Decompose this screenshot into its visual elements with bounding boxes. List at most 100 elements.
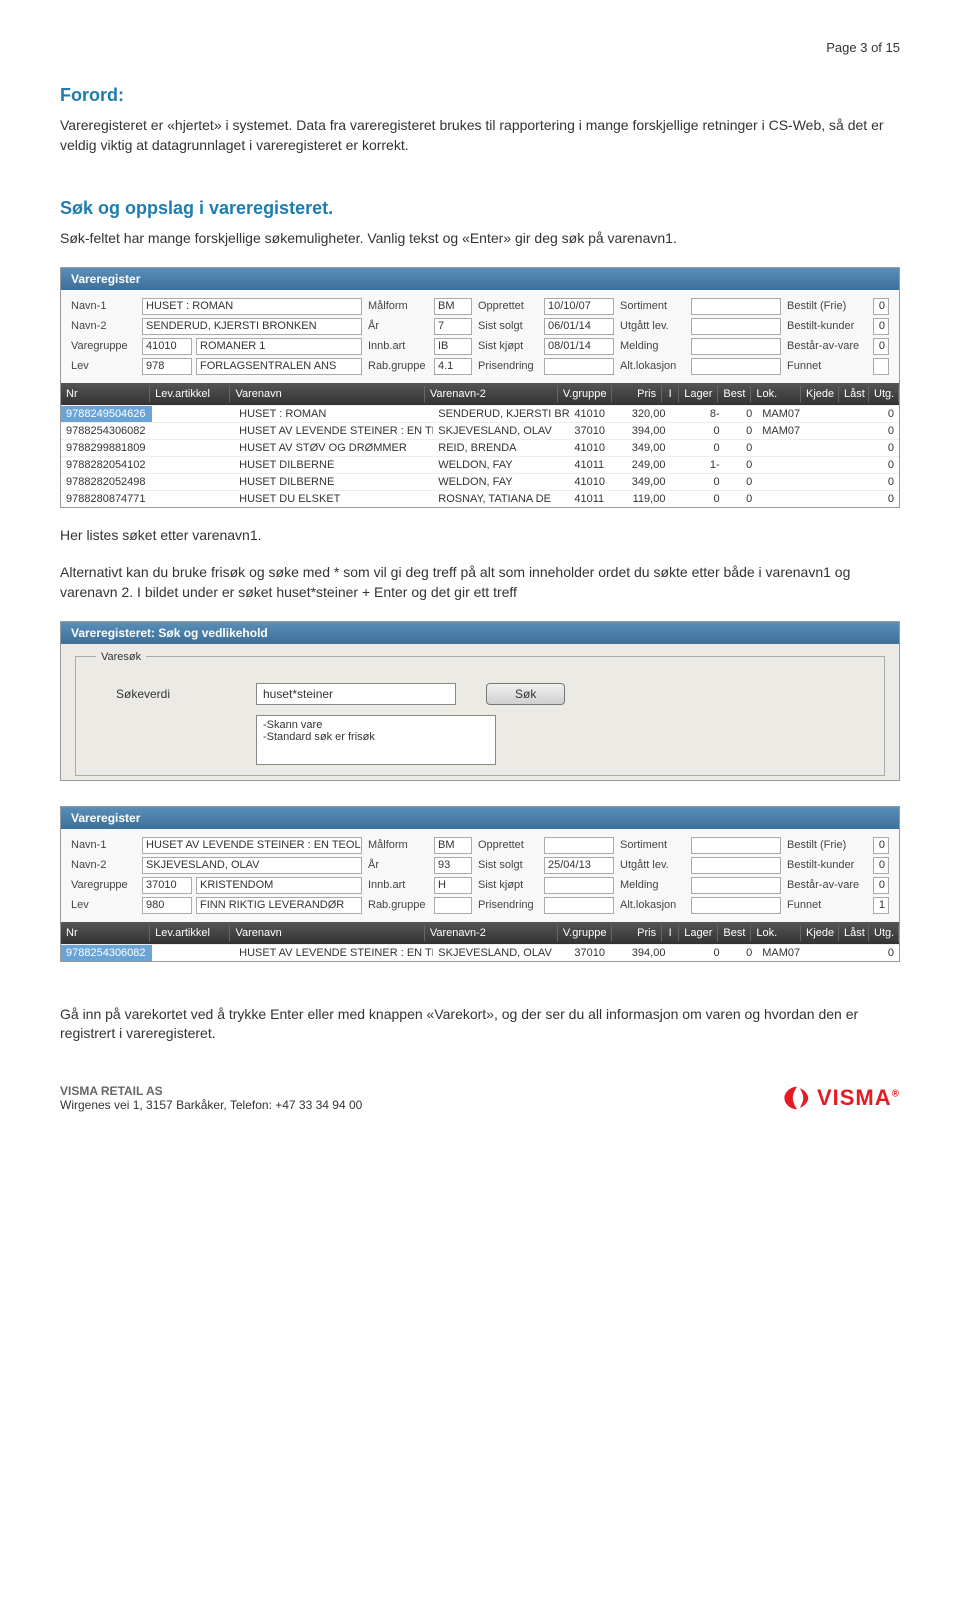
- table-row[interactable]: 9788282054102HUSET DILBERNEWELDON, FAY41…: [61, 456, 899, 473]
- column-header[interactable]: Pris: [612, 925, 662, 941]
- form-field[interactable]: BM: [434, 837, 472, 854]
- column-header[interactable]: Lev.artikkel: [150, 925, 230, 941]
- form-field[interactable]: BM: [434, 298, 472, 315]
- form-field[interactable]: [691, 877, 781, 894]
- form-label: Opprettet: [478, 839, 538, 851]
- form-field[interactable]: 41010: [142, 338, 192, 355]
- column-header[interactable]: V.gruppe: [558, 925, 613, 941]
- form-field[interactable]: SENDERUD, KJERSTI BRONKEN: [142, 318, 362, 335]
- column-header[interactable]: Varenavn-2: [425, 925, 558, 941]
- table-cell: 9788254306082: [61, 945, 152, 961]
- form-field[interactable]: [544, 897, 614, 914]
- form-field[interactable]: 10/10/07: [544, 298, 614, 315]
- form-field[interactable]: 37010: [142, 877, 192, 894]
- form-field[interactable]: [544, 358, 614, 375]
- table-row[interactable]: 9788282052498HUSET DILBERNEWELDON, FAY41…: [61, 473, 899, 490]
- form-field[interactable]: 978: [142, 358, 192, 375]
- form-field[interactable]: HUSET : ROMAN: [142, 298, 362, 315]
- form-field[interactable]: 1: [873, 897, 889, 914]
- form-label: Sortiment: [620, 839, 685, 851]
- form-label: Lev: [71, 899, 136, 911]
- form-field[interactable]: 4.1: [434, 358, 472, 375]
- table-row[interactable]: 9788249504626HUSET : ROMANSENDERUD, KJER…: [61, 405, 899, 422]
- column-header[interactable]: Best: [718, 925, 751, 941]
- form-field[interactable]: FORLAGSENTRALEN ANS: [196, 358, 362, 375]
- form-field[interactable]: 06/01/14: [544, 318, 614, 335]
- form-field[interactable]: HUSET AV LEVENDE STEINER : EN TEOLOGI FO: [142, 837, 362, 854]
- fieldset-legend: Varesøk: [96, 651, 146, 663]
- column-header[interactable]: Lev.artikkel: [150, 386, 230, 402]
- form-field[interactable]: [873, 358, 889, 375]
- column-header[interactable]: I: [662, 925, 679, 941]
- form-field[interactable]: [691, 338, 781, 355]
- table-row[interactable]: 9788254306082HUSET AV LEVENDE STEINER : …: [61, 422, 899, 439]
- screenshot-vareregister-1: Vareregister Navn-1HUSET : ROMANMålformB…: [60, 267, 900, 508]
- form-field[interactable]: [691, 298, 781, 315]
- search-input[interactable]: huset*steiner: [256, 683, 456, 705]
- column-header[interactable]: I: [662, 386, 679, 402]
- table-row[interactable]: 9788299881809HUSET AV STØV OG DRØMMERREI…: [61, 439, 899, 456]
- form-field[interactable]: IB: [434, 338, 472, 355]
- column-header[interactable]: Varenavn-2: [425, 386, 558, 402]
- form-field[interactable]: 0: [873, 877, 889, 894]
- column-header[interactable]: Lager: [679, 925, 718, 941]
- table-row[interactable]: 9788254306082HUSET AV LEVENDE STEINER : …: [61, 944, 899, 961]
- table-cell: HUSET DILBERNE: [234, 474, 433, 490]
- form-field[interactable]: 0: [873, 837, 889, 854]
- column-header[interactable]: Nr: [61, 386, 150, 402]
- column-header[interactable]: Utg.: [869, 925, 899, 941]
- column-header[interactable]: Lok.: [751, 386, 801, 402]
- form-field[interactable]: 08/01/14: [544, 338, 614, 355]
- table-cell: [757, 474, 808, 490]
- search-button[interactable]: Søk: [486, 683, 565, 705]
- form-field[interactable]: 25/04/13: [544, 857, 614, 874]
- column-header[interactable]: Kjede: [801, 925, 839, 941]
- form-field[interactable]: 0: [873, 338, 889, 355]
- form-field[interactable]: ROMANER 1: [196, 338, 362, 355]
- form-label: Består-av-vare: [787, 340, 867, 352]
- column-header[interactable]: Nr: [61, 925, 150, 941]
- column-header[interactable]: Pris: [612, 386, 662, 402]
- form-field[interactable]: [544, 837, 614, 854]
- table-cell: 0: [871, 474, 899, 490]
- table-cell: 0: [688, 423, 725, 439]
- column-header[interactable]: Varenavn: [230, 925, 424, 941]
- table-cell: MAM07: [757, 945, 808, 961]
- column-header[interactable]: V.gruppe: [558, 386, 613, 402]
- table-row[interactable]: 9788280874771HUSET DU ELSKETROSNAY, TATI…: [61, 490, 899, 507]
- column-header[interactable]: Låst: [839, 386, 869, 402]
- form-label: Består-av-vare: [787, 879, 867, 891]
- form-field[interactable]: FINN RIKTIG LEVERANDØR: [196, 897, 362, 914]
- form-field[interactable]: [544, 877, 614, 894]
- form-field[interactable]: [691, 857, 781, 874]
- column-header[interactable]: Utg.: [869, 386, 899, 402]
- form-label: Navn-1: [71, 300, 136, 312]
- column-header[interactable]: Kjede: [801, 386, 839, 402]
- form-field[interactable]: [691, 358, 781, 375]
- form-field[interactable]: [691, 897, 781, 914]
- form-field[interactable]: 0: [873, 318, 889, 335]
- form-label: Funnet: [787, 360, 867, 372]
- form-field[interactable]: KRISTENDOM: [196, 877, 362, 894]
- search-hints-listbox[interactable]: -Skann vare -Standard søk er frisøk: [256, 715, 496, 765]
- form-field[interactable]: H: [434, 877, 472, 894]
- table-cell: [843, 440, 871, 456]
- form-field[interactable]: 0: [873, 298, 889, 315]
- form-label: Sortiment: [620, 300, 685, 312]
- column-header[interactable]: Lok.: [751, 925, 801, 941]
- form-label: Alt.lokasjon: [620, 899, 685, 911]
- form-field[interactable]: 7: [434, 318, 472, 335]
- form-field[interactable]: [691, 318, 781, 335]
- column-header[interactable]: Lager: [679, 386, 718, 402]
- column-header[interactable]: Varenavn: [230, 386, 424, 402]
- form-field[interactable]: [434, 897, 472, 914]
- table-cell: 9788282054102: [61, 457, 152, 473]
- form-field[interactable]: 93: [434, 857, 472, 874]
- form-field[interactable]: [691, 837, 781, 854]
- form-field[interactable]: 980: [142, 897, 192, 914]
- table-cell: [152, 406, 234, 422]
- form-field[interactable]: 0: [873, 857, 889, 874]
- form-field[interactable]: SKJEVESLAND, OLAV: [142, 857, 362, 874]
- column-header[interactable]: Låst: [839, 925, 869, 941]
- column-header[interactable]: Best: [718, 386, 751, 402]
